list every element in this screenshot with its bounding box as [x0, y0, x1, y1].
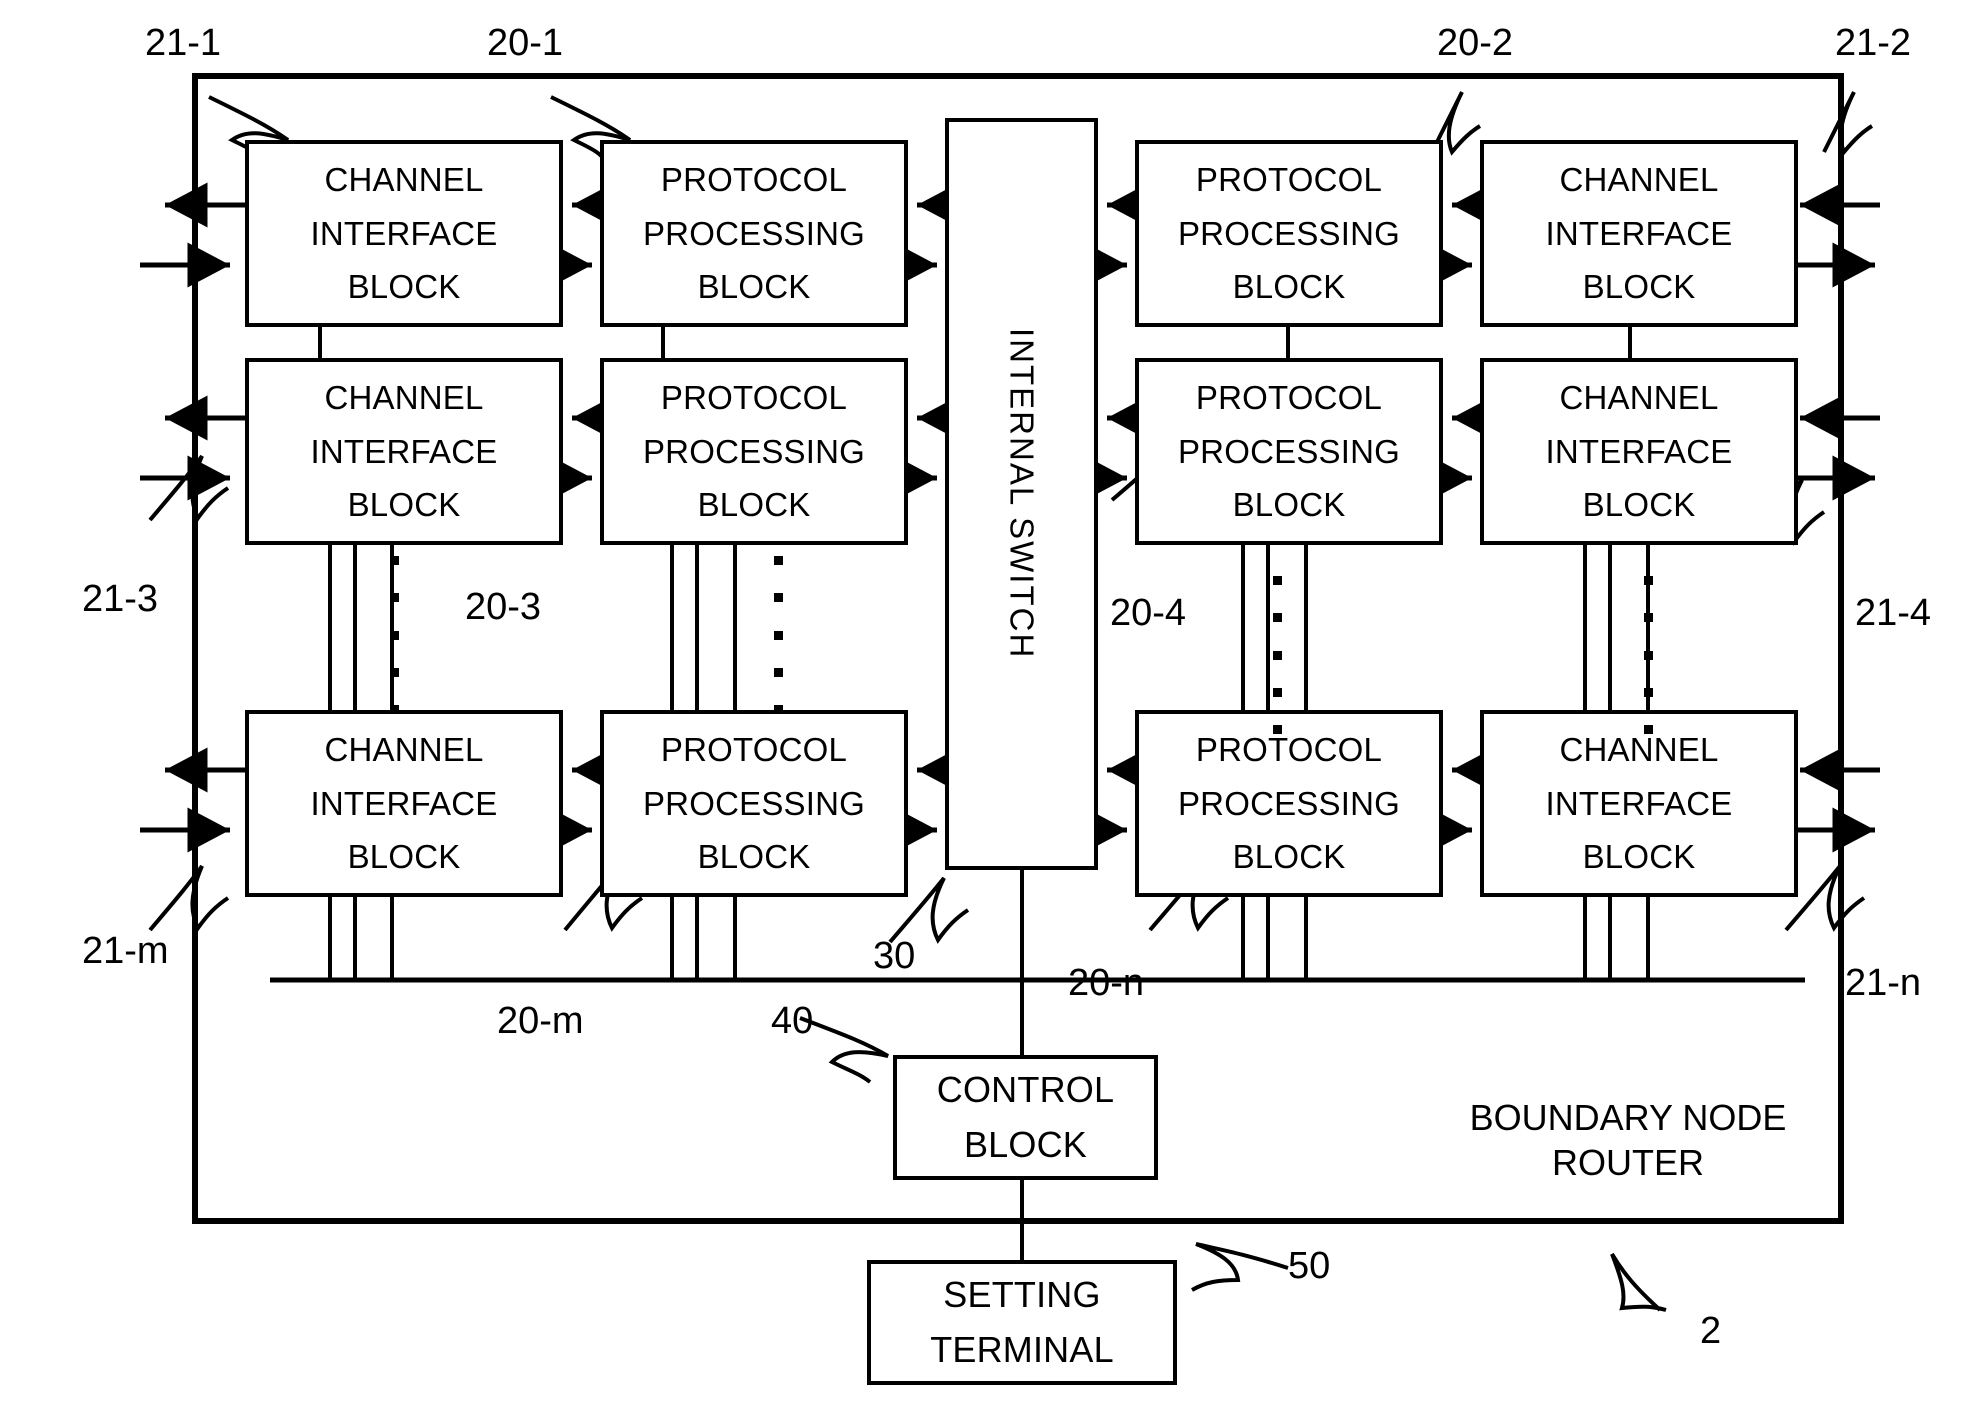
channel-interface-block-21-3[interactable]: CHANNEL INTERFACE BLOCK [245, 358, 563, 545]
ref-label-21-n: 21-n [1845, 962, 1922, 1004]
block-line-3: BLOCK [347, 486, 461, 524]
block-line-3: BLOCK [1582, 486, 1696, 524]
internal-switch-label: INTERNAL SWITCH [1003, 328, 1041, 660]
block-line-3: BLOCK [347, 838, 461, 876]
block-line-2: INTERFACE [310, 432, 498, 470]
protocol-processing-block-20-n[interactable]: PROTOCOL PROCESSING BLOCK [1135, 710, 1443, 897]
ref-label-40: 40 [771, 1000, 814, 1042]
block-line-1: CHANNEL [324, 379, 484, 417]
ellipsis-channel-interface-left [388, 556, 400, 714]
block-line-2: BLOCK [963, 1123, 1088, 1165]
ref-label-20-3: 20-3 [465, 586, 542, 628]
channel-interface-block-21-2[interactable]: CHANNEL INTERFACE BLOCK [1480, 140, 1798, 327]
channel-interface-block-21-1[interactable]: CHANNEL INTERFACE BLOCK [245, 140, 563, 327]
block-line-1: PROTOCOL [660, 379, 848, 417]
block-line-1: CHANNEL [324, 731, 484, 769]
setting-terminal-block[interactable]: SETTING TERMINAL [867, 1260, 1177, 1385]
block-line-2: PROCESSING [1177, 784, 1401, 822]
block-line-1: PROTOCOL [660, 731, 848, 769]
block-line-2: PROCESSING [642, 432, 866, 470]
ref-label-21-4: 21-4 [1855, 592, 1932, 634]
ref-label-21-1: 21-1 [145, 22, 222, 64]
ref-label-21-3: 21-3 [82, 578, 159, 620]
protocol-processing-block-20-1[interactable]: PROTOCOL PROCESSING BLOCK [600, 140, 908, 327]
block-line-3: BLOCK [697, 268, 811, 306]
block-line-2: INTERFACE [1545, 214, 1733, 252]
ref-label-50: 50 [1288, 1245, 1331, 1287]
block-line-1: CHANNEL [1559, 379, 1719, 417]
block-line-1: PROTOCOL [1195, 379, 1383, 417]
block-line-2: PROCESSING [642, 214, 866, 252]
block-line-3: BLOCK [697, 838, 811, 876]
ellipsis-protocol-processing-left [772, 556, 784, 714]
ref-label-20-2: 20-2 [1437, 22, 1514, 64]
block-line-3: BLOCK [1582, 268, 1696, 306]
block-line-3: BLOCK [1232, 486, 1346, 524]
ref-label-20-1: 20-1 [487, 22, 564, 64]
block-line-1: CHANNEL [324, 161, 484, 199]
protocol-processing-block-20-m[interactable]: PROTOCOL PROCESSING BLOCK [600, 710, 908, 897]
ref-label-20-4: 20-4 [1110, 592, 1187, 634]
protocol-processing-block-20-2[interactable]: PROTOCOL PROCESSING BLOCK [1135, 140, 1443, 327]
channel-interface-block-21-n[interactable]: CHANNEL INTERFACE BLOCK [1480, 710, 1798, 897]
block-line-2: PROCESSING [1177, 214, 1401, 252]
ellipsis-channel-interface-right [1642, 576, 1654, 734]
ellipsis-protocol-processing-right [1271, 576, 1283, 734]
block-line-2: INTERFACE [310, 784, 498, 822]
block-line-1: CHANNEL [1559, 731, 1719, 769]
block-line-3: BLOCK [1582, 838, 1696, 876]
protocol-processing-block-20-3[interactable]: PROTOCOL PROCESSING BLOCK [600, 358, 908, 545]
protocol-processing-block-20-4[interactable]: PROTOCOL PROCESSING BLOCK [1135, 358, 1443, 545]
internal-switch-block[interactable]: INTERNAL SWITCH [945, 118, 1098, 870]
block-line-1: CONTROL [936, 1068, 1115, 1110]
block-line-2: INTERFACE [1545, 784, 1733, 822]
router-title-text: BOUNDARY NODE ROUTER [1469, 1097, 1787, 1183]
figure-canvas: CHANNEL INTERFACE BLOCK PROTOCOL PROCESS… [0, 0, 1981, 1408]
block-line-2: PROCESSING [1177, 432, 1401, 470]
channel-interface-block-21-m[interactable]: CHANNEL INTERFACE BLOCK [245, 710, 563, 897]
block-line-3: BLOCK [347, 268, 461, 306]
block-line-1: PROTOCOL [1195, 731, 1383, 769]
block-line-2: TERMINAL [930, 1328, 1114, 1370]
block-line-1: SETTING [943, 1273, 1101, 1315]
block-line-2: PROCESSING [642, 784, 866, 822]
block-line-2: INTERFACE [310, 214, 498, 252]
ref-label-2: 2 [1700, 1310, 1722, 1352]
ref-label-21-2: 21-2 [1835, 22, 1912, 64]
block-line-3: BLOCK [697, 486, 811, 524]
block-line-1: PROTOCOL [660, 161, 848, 199]
ref-label-20-n: 20-n [1068, 962, 1145, 1004]
control-block[interactable]: CONTROL BLOCK [893, 1055, 1158, 1180]
block-line-2: INTERFACE [1545, 432, 1733, 470]
ref-label-21-m: 21-m [82, 930, 169, 972]
ref-label-30: 30 [873, 935, 916, 977]
block-line-3: BLOCK [1232, 838, 1346, 876]
block-line-3: BLOCK [1232, 268, 1346, 306]
ref-label-20-m: 20-m [497, 1000, 584, 1042]
channel-interface-block-21-4[interactable]: CHANNEL INTERFACE BLOCK [1480, 358, 1798, 545]
router-title: BOUNDARY NODE ROUTER [1438, 1095, 1818, 1185]
block-line-1: CHANNEL [1559, 161, 1719, 199]
block-line-1: PROTOCOL [1195, 161, 1383, 199]
